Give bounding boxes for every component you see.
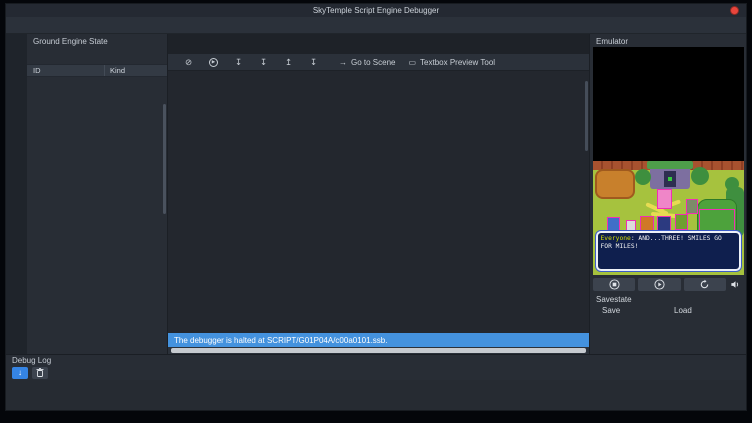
textbox-preview-label: Textbox Preview Tool xyxy=(420,58,495,67)
scroll-to-bottom-button[interactable]: ↓ xyxy=(12,367,28,379)
debugger-toolbar: ⊘ ▶ ↧ ↧ ↥ ↧ → Go to Scene ▭ Textbox Prev… xyxy=(168,54,589,71)
titlebar[interactable]: SkyTemple Script Engine Debugger xyxy=(6,4,746,17)
script-editor: ⊘ ▶ ↧ ↧ ↥ ↧ → Go to Scene ▭ Textbox Prev… xyxy=(168,34,589,354)
debug-log-title: Debug Log xyxy=(6,355,746,365)
resume-icon[interactable]: ▶ xyxy=(209,58,218,67)
scene-gate xyxy=(650,161,690,189)
npc-sprite xyxy=(657,189,672,209)
emulator-title: Emulator xyxy=(590,34,746,47)
ground-state-tabs xyxy=(27,48,167,64)
textbox-preview-button[interactable]: ▭ Textbox Preview Tool xyxy=(408,58,495,67)
ignore-breakpoints-icon[interactable]: ⊘ xyxy=(176,57,201,68)
menubar xyxy=(6,17,746,33)
entity-tree-scrollbar[interactable] xyxy=(163,104,166,214)
emulator-panel: Emulator xyxy=(589,34,746,354)
editor-tab-bar xyxy=(168,34,589,54)
goto-scene-label: Go to Scene xyxy=(351,58,395,67)
window-title: SkyTemple Script Engine Debugger xyxy=(313,6,439,15)
savestate-section: Savestate Save Load xyxy=(596,295,740,318)
debug-log-toolbar: ↓ xyxy=(6,365,746,380)
reset-button[interactable] xyxy=(684,278,726,291)
step-next-icon[interactable]: ↧ xyxy=(301,57,326,68)
save-label: Save xyxy=(602,306,668,315)
textbox-icon: ▭ xyxy=(408,58,416,67)
log-lines xyxy=(6,380,746,410)
save-column: Save xyxy=(596,306,668,318)
dialog-speaker: Everyone xyxy=(601,235,631,242)
app-window: SkyTemple Script Engine Debugger Ground … xyxy=(5,3,747,411)
volume-icon[interactable] xyxy=(729,279,743,290)
load-column: Load xyxy=(668,306,740,318)
goto-scene-arrow-icon: → xyxy=(339,58,347,67)
main-content: Ground Engine State ID Kind ⊘ ▶ ↧ ↧ ↥ ↧ … xyxy=(6,33,746,354)
close-button[interactable] xyxy=(730,6,739,15)
emulator-controls xyxy=(593,278,743,291)
stop-button[interactable] xyxy=(593,278,635,291)
npc-sprite xyxy=(675,214,688,230)
ground-engine-state-panel: Ground Engine State ID Kind xyxy=(27,34,168,354)
scene-tree xyxy=(691,167,709,185)
load-label: Load xyxy=(674,306,740,315)
debugger-status-bar: The debugger is halted at SCRIPT/G01P04A… xyxy=(168,333,589,347)
game-scene: Everyone: AND...THREE! SMILES GO FOR MIL… xyxy=(593,161,744,275)
clear-log-button[interactable] xyxy=(32,367,48,379)
npc-debug-box xyxy=(699,209,735,233)
npc-sprite xyxy=(686,199,698,214)
column-kind: Kind xyxy=(105,66,125,75)
play-button[interactable] xyxy=(638,278,680,291)
emulator-bottom-screen: Everyone: AND...THREE! SMILES GO FOR MIL… xyxy=(593,161,744,275)
game-dialog-box: Everyone: AND...THREE! SMILES GO FOR MIL… xyxy=(596,231,741,271)
step-over-icon[interactable]: ↧ xyxy=(226,57,251,68)
ground-engine-state-title: Ground Engine State xyxy=(27,34,167,48)
editor-hscrollbar[interactable] xyxy=(168,347,589,354)
step-out-icon[interactable]: ↥ xyxy=(276,57,301,68)
side-tab-strip xyxy=(6,34,27,354)
editor-scrollbar[interactable] xyxy=(585,81,588,151)
debug-log-panel: Debug Log ↓ xyxy=(6,354,746,410)
entity-table-header: ID Kind xyxy=(27,64,167,77)
savestate-title: Savestate xyxy=(596,295,740,304)
scene-dirt-patch xyxy=(595,169,635,199)
scene-tree xyxy=(635,169,651,185)
editor-hscroll-thumb[interactable] xyxy=(171,348,586,353)
goto-scene-button[interactable]: → Go to Scene xyxy=(339,58,395,67)
emulator-top-screen xyxy=(593,47,744,161)
step-into-icon[interactable]: ↧ xyxy=(251,57,276,68)
entity-tree xyxy=(27,77,167,354)
code-area[interactable] xyxy=(168,71,589,333)
column-id: ID xyxy=(27,65,105,76)
